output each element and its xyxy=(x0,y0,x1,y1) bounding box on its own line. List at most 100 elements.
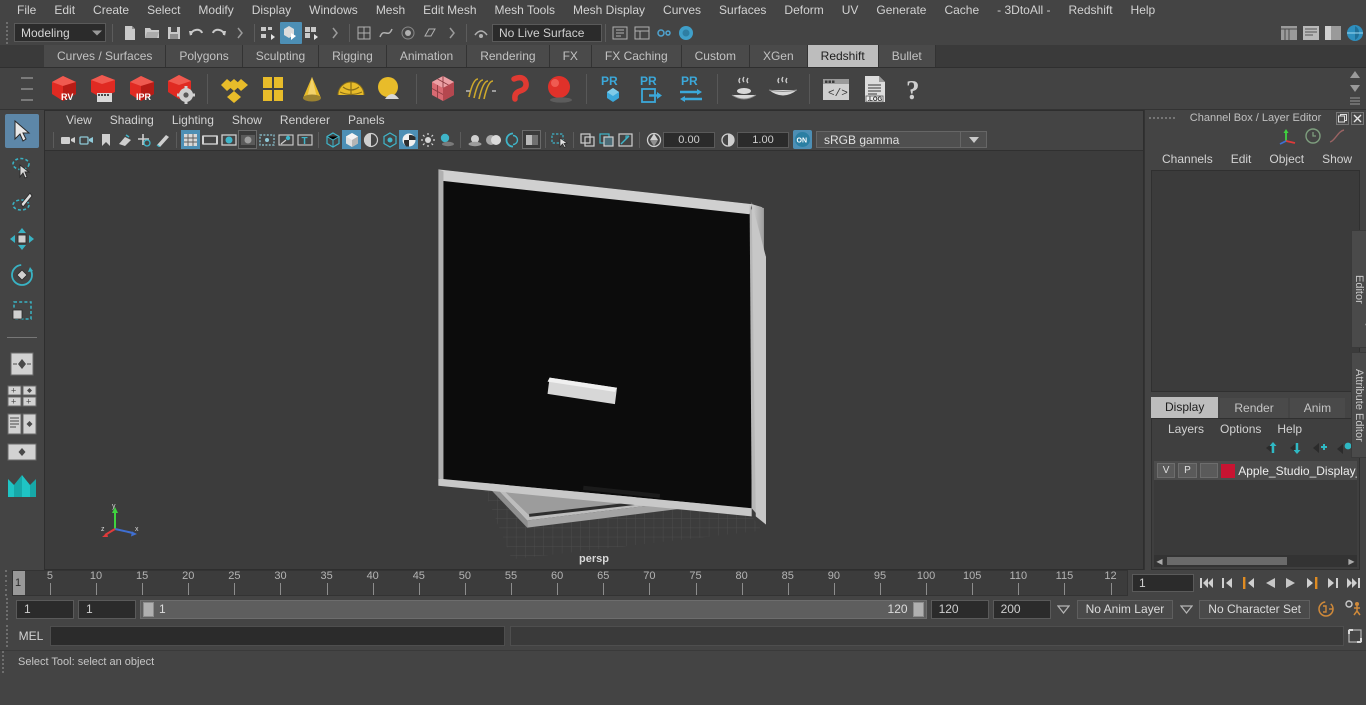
step-back-frame-button[interactable] xyxy=(1219,574,1236,593)
shelf-tab-rigging[interactable]: Rigging xyxy=(319,45,387,67)
shelf-icon-redshift-render-view[interactable]: RV xyxy=(46,71,82,107)
shelf-tab-bullet[interactable]: Bullet xyxy=(878,45,936,67)
layer-type-toggle[interactable] xyxy=(1199,463,1218,478)
shelf-icon-redshift-log[interactable]: .LOG xyxy=(857,71,893,107)
viewport-menu-view[interactable]: View xyxy=(57,112,101,128)
playback-end-time-field[interactable]: 120 xyxy=(930,599,989,619)
panel-close-button[interactable] xyxy=(1351,111,1364,125)
animation-preferences-button[interactable] xyxy=(1342,600,1366,619)
current-time-indicator[interactable]: 1 xyxy=(13,571,25,595)
script-editor-button[interactable] xyxy=(1344,628,1366,644)
menu-surfaces[interactable]: Surfaces xyxy=(710,0,775,20)
menu-edit-mesh[interactable]: Edit Mesh xyxy=(414,0,485,20)
move-layer-up-icon[interactable] xyxy=(1264,441,1281,458)
move-tool[interactable] xyxy=(5,222,39,256)
status-line-grip[interactable] xyxy=(2,21,12,44)
step-forward-key-button[interactable] xyxy=(1303,574,1320,593)
menu-deform[interactable]: Deform xyxy=(775,0,832,20)
step-back-key-button[interactable] xyxy=(1240,574,1257,593)
go-to-start-button[interactable] xyxy=(1198,574,1215,593)
go-to-end-button[interactable] xyxy=(1345,574,1362,593)
channel-menu-show[interactable]: Show xyxy=(1313,150,1361,168)
menu-display[interactable]: Display xyxy=(243,0,300,20)
shelf-icon-redshift-render-sequence[interactable] xyxy=(85,71,121,107)
shelf-tab-sculpting[interactable]: Sculpting xyxy=(242,45,320,67)
menu-help[interactable]: Help xyxy=(1122,0,1165,20)
new-scene-button[interactable] xyxy=(119,22,141,44)
playback-start-time-field[interactable]: 1 xyxy=(78,599,136,619)
play-backwards-button[interactable] xyxy=(1261,574,1278,593)
layout-persp-graph[interactable] xyxy=(5,439,39,465)
current-frame-field[interactable]: 1 xyxy=(1132,574,1194,592)
hardware-texturing-icon[interactable] xyxy=(380,130,399,149)
command-language-label[interactable]: MEL xyxy=(12,629,50,643)
sidetab-channel-box-layer-editor[interactable]: Channel Box / Layer Editor xyxy=(1351,230,1366,348)
layout-four-view[interactable]: + + + xyxy=(5,383,39,409)
shelf-icon-redshift-help[interactable]: ? xyxy=(896,71,932,107)
perspective-viewport[interactable]: y z x persp xyxy=(45,150,1143,569)
create-empty-layer-icon[interactable] xyxy=(1312,441,1329,458)
xray-joints-icon[interactable] xyxy=(597,130,616,149)
shelf-scroll-controls[interactable] xyxy=(1348,70,1362,106)
viewport-menu-lighting[interactable]: Lighting xyxy=(163,112,223,128)
shelf-grip[interactable] xyxy=(20,72,34,106)
shelf-icon-redshift-pr-object[interactable]: PR xyxy=(595,71,631,107)
scroll-right-arrow-icon[interactable]: ▶ xyxy=(1346,556,1357,567)
snap-to-grid-button[interactable] xyxy=(353,22,375,44)
layer-list[interactable]: V P Apple_Studio_Display_ xyxy=(1154,461,1357,555)
layer-tab-anim[interactable]: Anim xyxy=(1289,398,1346,418)
smooth-shading-icon[interactable] xyxy=(342,130,361,150)
menu-mesh-tools[interactable]: Mesh Tools xyxy=(486,0,564,20)
wireframe-shading-icon[interactable] xyxy=(323,130,342,149)
menu-set-selector[interactable]: Modeling xyxy=(14,23,106,42)
shelf-icon-redshift-ipr[interactable]: IPR xyxy=(124,71,160,107)
command-output-field[interactable] xyxy=(510,626,1344,646)
shelf-tab-polygons[interactable]: Polygons xyxy=(166,45,243,67)
move-layer-down-icon[interactable] xyxy=(1288,441,1305,458)
open-node-editor-button[interactable] xyxy=(653,22,675,44)
select-by-hierarchy-button[interactable] xyxy=(258,22,280,44)
status-line-more-3[interactable] xyxy=(441,22,463,44)
scroll-left-arrow-icon[interactable]: ◀ xyxy=(1154,556,1165,567)
range-slider-right-handle[interactable] xyxy=(912,601,924,617)
menu-mesh-display[interactable]: Mesh Display xyxy=(564,0,654,20)
shelf-tab-rendering[interactable]: Rendering xyxy=(467,45,550,67)
shelf-icon-redshift-pr-transfer[interactable]: PR xyxy=(673,71,709,107)
range-slider[interactable]: 1 120 xyxy=(140,599,927,619)
gate-mask-icon[interactable] xyxy=(238,130,257,150)
multisample-aa-icon[interactable] xyxy=(503,130,522,149)
film-gate-mask-icon[interactable] xyxy=(257,130,276,149)
color-space-dropdown-arrow[interactable] xyxy=(961,131,987,149)
shelf-tab-xgen[interactable]: XGen xyxy=(749,45,808,67)
snap-to-curve-button[interactable] xyxy=(375,22,397,44)
channel-menu-object[interactable]: Object xyxy=(1260,150,1313,168)
viewport-menu-renderer[interactable]: Renderer xyxy=(271,112,339,128)
depth-of-field-icon[interactable] xyxy=(522,130,541,150)
channel-clock-icon[interactable] xyxy=(1304,127,1322,148)
anim-layer-selector[interactable]: No Anim Layer xyxy=(1076,599,1174,619)
panel-grip[interactable] xyxy=(1149,117,1175,119)
color-management-toggle[interactable]: ON xyxy=(793,130,812,150)
layer-visibility-toggle[interactable]: V xyxy=(1157,463,1176,478)
film-gate-icon[interactable] xyxy=(200,130,219,149)
snap-to-plane-button[interactable] xyxy=(419,22,441,44)
shelf-tab-animation[interactable]: Animation xyxy=(386,45,468,67)
shelf-tab-fx-caching[interactable]: FX Caching xyxy=(591,45,682,67)
live-surface-field[interactable]: No Live Surface xyxy=(492,23,602,42)
use-all-lights-icon[interactable] xyxy=(418,130,437,149)
motion-blur-icon[interactable] xyxy=(484,130,503,149)
grease-pencil-icon[interactable] xyxy=(153,130,172,149)
snap-to-point-button[interactable] xyxy=(397,22,419,44)
resolution-gate-icon[interactable] xyxy=(219,130,238,149)
color-space-selector[interactable]: sRGB gamma xyxy=(816,131,961,149)
sidetab-attribute-editor[interactable]: Attribute Editor xyxy=(1351,352,1366,458)
animation-end-time-field[interactable]: 200 xyxy=(992,599,1051,619)
menu-generate[interactable]: Generate xyxy=(867,0,935,20)
bookmark-icon[interactable] xyxy=(96,130,115,149)
shelf-icon-redshift-dome-light[interactable] xyxy=(333,71,369,107)
exposure-icon[interactable] xyxy=(644,130,663,149)
shelf-icon-redshift-render-settings[interactable] xyxy=(163,71,199,107)
image-plane-icon[interactable] xyxy=(115,130,134,149)
shelf-icon-redshift-pr-export[interactable]: PR xyxy=(634,71,670,107)
shelf-icon-redshift-proxy-cube[interactable] xyxy=(425,71,461,107)
